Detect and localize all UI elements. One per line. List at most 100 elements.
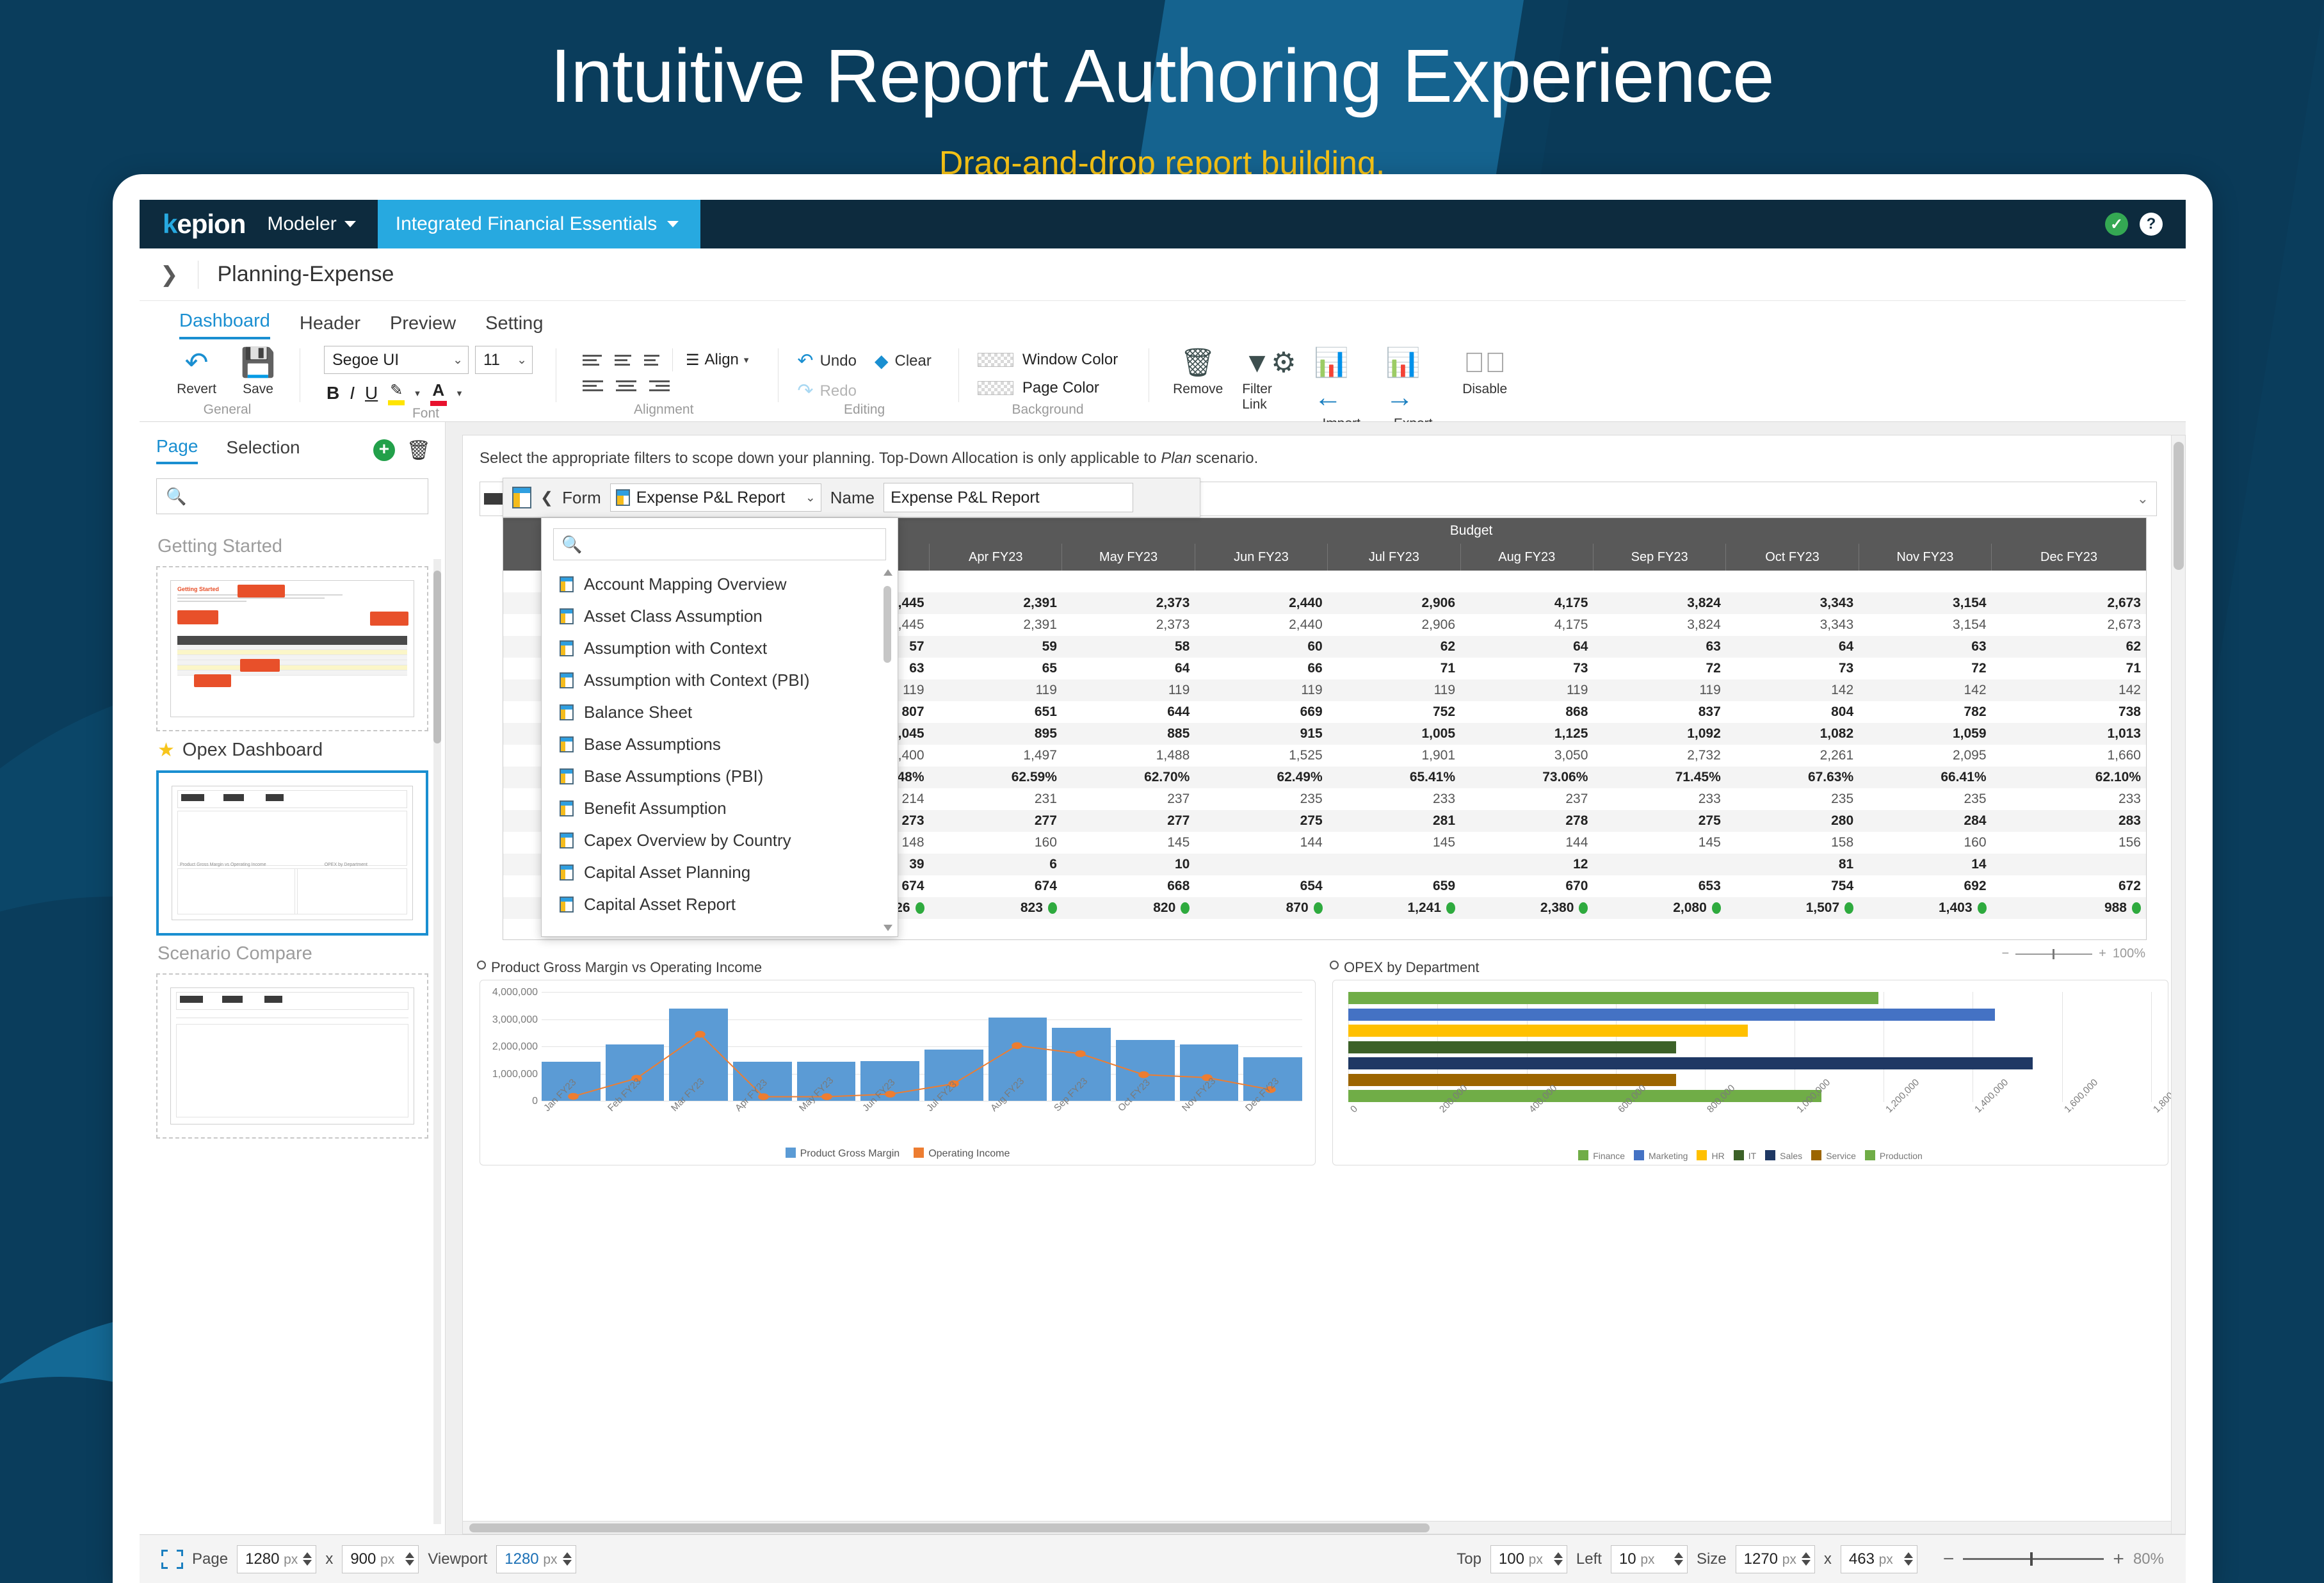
help-circle-icon[interactable]: ? (2140, 213, 2163, 236)
chevron-right-icon[interactable]: ❯ (140, 262, 198, 288)
table-cell[interactable]: 1,082 (1726, 723, 1859, 745)
pages-search[interactable]: 🔍 (156, 478, 428, 514)
table-cell[interactable]: 62 (1992, 636, 2146, 658)
table-cell[interactable]: 3,824 (1593, 592, 1725, 614)
align-center-icon[interactable] (616, 380, 636, 391)
table-cell[interactable]: 66.41% (1859, 767, 1991, 788)
dropdown-item[interactable]: Base Assumptions (542, 728, 898, 760)
table-cell[interactable]: 2,391 (930, 614, 1062, 636)
table-cell[interactable]: 804 (1726, 701, 1859, 723)
bar[interactable] (1348, 1074, 1676, 1086)
table-cell[interactable]: 653 (1593, 875, 1725, 897)
table-cell[interactable]: 71.45% (1593, 767, 1725, 788)
chart-opex-by-department[interactable]: OPEX by Department 0200,000400,000600,00… (1332, 959, 2168, 1165)
table-cell[interactable]: 119 (1460, 679, 1593, 701)
table-cell[interactable]: 64 (1062, 658, 1195, 679)
table-cell[interactable]: 278 (1460, 810, 1593, 832)
tab-preview[interactable]: Preview (390, 313, 456, 339)
table-cell[interactable]: 283 (1992, 810, 2146, 832)
table-cell[interactable]: 868 (1460, 701, 1593, 723)
table-cell[interactable] (1195, 854, 1327, 875)
table-cell[interactable]: 915 (1195, 723, 1327, 745)
table-cell[interactable]: 145 (1593, 832, 1725, 854)
table-cell[interactable]: 1,507 (1726, 897, 1859, 919)
table-cell[interactable]: 754 (1726, 875, 1859, 897)
canvas-zoom-control[interactable]: − + 80% (1943, 1548, 2164, 1570)
bar[interactable] (1348, 992, 1878, 1004)
table-cell[interactable]: 2,080 (1593, 897, 1725, 919)
dropdown-item[interactable]: Assumption with Context (PBI) (542, 664, 898, 696)
scroll-down-icon[interactable] (884, 925, 892, 931)
table-cell[interactable]: 62.70% (1062, 767, 1195, 788)
top-stepper[interactable]: 100 px (1490, 1545, 1567, 1573)
bar[interactable] (1348, 1057, 2033, 1069)
table-cell[interactable]: 119 (1195, 679, 1327, 701)
dropdown-search-input[interactable] (582, 535, 878, 554)
table-cell[interactable]: 1,013 (1992, 723, 2146, 745)
table-cell[interactable]: 2,906 (1328, 614, 1460, 636)
dropdown-item[interactable]: Asset Class Assumption (542, 600, 898, 632)
tab-setting[interactable]: Setting (485, 313, 543, 339)
table-cell[interactable]: 644 (1062, 701, 1195, 723)
table-cell[interactable]: 14 (1859, 854, 1991, 875)
table-cell[interactable]: 64 (1460, 636, 1593, 658)
table-cell[interactable]: 235 (1859, 788, 1991, 810)
table-cell[interactable]: 158 (1726, 832, 1859, 854)
table-cell[interactable] (1992, 854, 2146, 875)
clear-button[interactable]: ◆ Clear (875, 350, 932, 372)
canvas-scrollbar-horizontal[interactable] (463, 1521, 2171, 1534)
table-cell[interactable]: 72 (1593, 658, 1725, 679)
check-circle-icon[interactable]: ✓ (2105, 213, 2128, 236)
table-cell[interactable]: 1,497 (930, 745, 1062, 767)
dropdown-item[interactable]: Capital Asset Planning (542, 856, 898, 888)
table-cell[interactable]: 62.49% (1195, 767, 1327, 788)
table-cell[interactable] (1726, 571, 1859, 592)
table-cell[interactable]: 66 (1195, 658, 1327, 679)
table-cell[interactable]: 142 (1859, 679, 1991, 701)
table-cell[interactable]: 58 (1062, 636, 1195, 658)
table-cell[interactable] (1062, 571, 1195, 592)
italic-button[interactable]: I (350, 383, 355, 403)
table-cell[interactable]: 752 (1328, 701, 1460, 723)
font-family-select[interactable]: Segoe UI ⌄ (324, 346, 469, 374)
table-cell[interactable]: 2,373 (1062, 592, 1195, 614)
pages-search-input[interactable] (186, 487, 419, 505)
pages-scrollbar[interactable] (433, 559, 441, 1524)
canvas-scrollbar-vertical[interactable] (2171, 435, 2185, 1534)
form-select[interactable]: Expense P&L Report ⌄ (610, 483, 821, 512)
dropdown-item[interactable]: Capital Asset Report (542, 888, 898, 920)
table-cell[interactable]: 738 (1992, 701, 2146, 723)
column-header[interactable]: Apr FY23 (930, 544, 1062, 571)
dropdown-item[interactable]: Base Assumptions (PBI) (542, 760, 898, 792)
table-cell[interactable]: 237 (1062, 788, 1195, 810)
table-cell[interactable]: 65.41% (1328, 767, 1460, 788)
page-thumbnail-opex-dashboard[interactable]: Product Gross Margin vs Operating Income… (156, 770, 428, 936)
table-cell[interactable]: 674 (930, 875, 1062, 897)
chart-product-gross-margin[interactable]: Product Gross Margin vs Operating Income… (480, 959, 1316, 1165)
chevron-down-icon[interactable]: ▾ (415, 387, 420, 399)
align-bottom-icon[interactable] (644, 355, 659, 366)
table-cell[interactable]: 672 (1992, 875, 2146, 897)
table-cell[interactable]: 277 (1062, 810, 1195, 832)
table-cell[interactable]: 668 (1062, 875, 1195, 897)
table-cell[interactable]: 654 (1195, 875, 1327, 897)
table-cell[interactable]: 64 (1726, 636, 1859, 658)
model-selector[interactable]: Integrated Financial Essentials (378, 200, 701, 248)
table-cell[interactable]: 2,261 (1726, 745, 1859, 767)
table-cell[interactable]: 119 (1593, 679, 1725, 701)
table-cell[interactable]: 2,380 (1460, 897, 1593, 919)
table-cell[interactable]: 119 (930, 679, 1062, 701)
dropdown-item[interactable]: Capex Overview by Country (542, 824, 898, 856)
table-cell[interactable]: 4,175 (1460, 592, 1593, 614)
table-cell[interactable]: 1,901 (1328, 745, 1460, 767)
table-cell[interactable]: 12 (1460, 854, 1593, 875)
table-cell[interactable] (1859, 571, 1991, 592)
table-cell[interactable]: 988 (1992, 897, 2146, 919)
table-cell[interactable]: 782 (1859, 701, 1991, 723)
import-button[interactable]: 📊← Import (1314, 346, 1369, 432)
page-thumbnail-getting-started[interactable]: Getting Started (156, 566, 428, 731)
table-cell[interactable]: 71 (1992, 658, 2146, 679)
table-cell[interactable]: 59 (930, 636, 1062, 658)
table-cell[interactable]: 10 (1062, 854, 1195, 875)
revert-button[interactable]: ↶ Revert (169, 346, 224, 397)
